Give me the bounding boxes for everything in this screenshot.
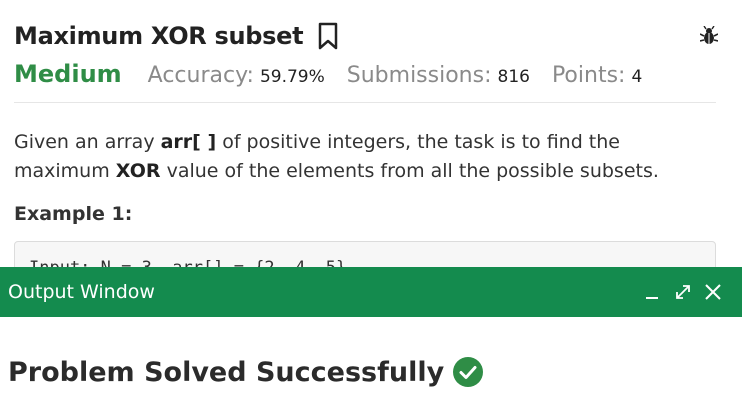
points-value: 4	[631, 67, 643, 87]
accuracy-value: 59.79%	[259, 67, 325, 87]
check-circle-icon	[453, 357, 484, 387]
success-text: Problem Solved Successfully	[8, 356, 445, 388]
example-heading: Example 1:	[14, 203, 133, 225]
close-button[interactable]	[700, 267, 726, 317]
minimize-icon	[646, 297, 658, 299]
success-message: Problem Solved Successfully	[8, 356, 484, 388]
problem-title: Maximum XOR subset	[14, 22, 304, 50]
desc-xor: XOR	[115, 160, 161, 182]
points-label: Points:	[551, 63, 626, 88]
desc-text-1: Given an array	[14, 131, 161, 153]
bookmark-icon[interactable]	[317, 22, 339, 50]
output-window-title: Output Window	[8, 281, 155, 303]
close-icon	[705, 284, 721, 300]
title-row: Maximum XOR subset	[14, 22, 339, 50]
desc-text-3: value of the elements from all the possi…	[160, 160, 659, 182]
minimize-button[interactable]	[640, 267, 664, 317]
submissions-label: Submissions:	[346, 63, 492, 88]
expand-icon	[676, 285, 690, 299]
difficulty-badge: Medium	[14, 60, 122, 88]
problem-meta: Medium Accuracy: 59.79% Submissions: 816…	[14, 60, 664, 88]
desc-arr: arr[ ]	[160, 131, 217, 153]
accuracy-label: Accuracy:	[147, 63, 254, 88]
submissions-value: 816	[497, 67, 530, 87]
bug-icon[interactable]	[700, 26, 718, 46]
divider	[14, 102, 716, 103]
output-window-header: Output Window	[0, 267, 742, 317]
expand-button[interactable]	[670, 267, 696, 317]
problem-description: Given an array arr[ ] of positive intege…	[14, 128, 714, 186]
